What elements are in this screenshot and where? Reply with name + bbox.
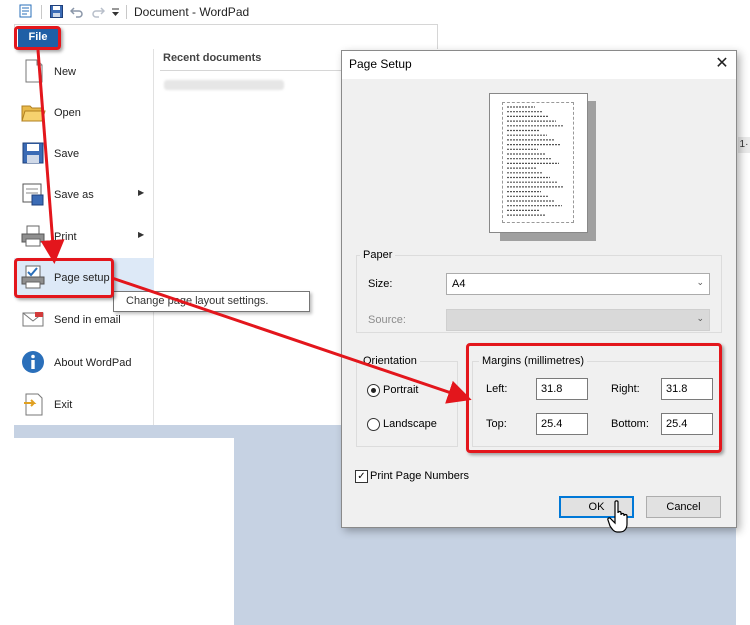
annotation-arrows	[36, 49, 472, 404]
screenshot-stage: Document - WordPad 1· File Recent docume…	[0, 0, 750, 625]
hand-cursor-icon	[607, 500, 628, 533]
arrow-file-to-page-setup	[36, 49, 65, 264]
arrow-page-setup-to-margins	[111, 276, 472, 404]
